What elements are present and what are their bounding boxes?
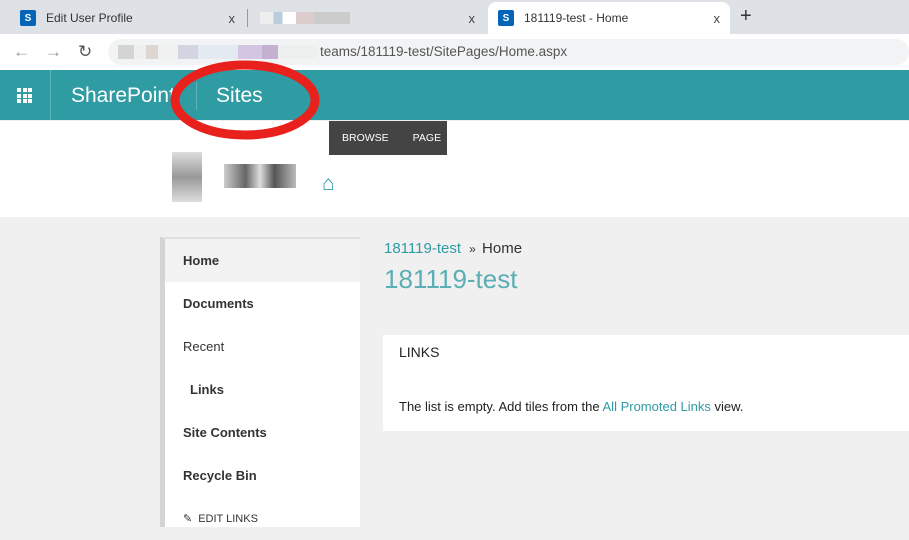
empty-text: The list is empty. Add tiles from the (399, 399, 603, 414)
links-heading: LINKS (399, 344, 440, 360)
all-promoted-links-link[interactable]: All Promoted Links (603, 399, 711, 414)
sharepoint-icon: S (20, 10, 36, 26)
tab-edit-user-profile[interactable]: S Edit User Profile x (10, 2, 245, 34)
url-input[interactable]: teams/181119-test/SitePages/Home.aspx (108, 39, 909, 65)
close-tab-icon[interactable]: x (469, 11, 476, 26)
breadcrumb-separator: » (469, 242, 476, 256)
nav-item-links[interactable]: Links (165, 368, 360, 411)
nav-item-recycle-bin[interactable]: Recycle Bin (165, 454, 360, 497)
browser-tab-bar: S Edit User Profile x x S 181119-test - … (0, 0, 909, 34)
suite-bar: SharePoint Sites (0, 70, 909, 120)
edit-links-button[interactable]: ✎ EDIT LINKS (165, 497, 360, 540)
left-navigation: Home Documents Recent Links Site Content… (160, 237, 360, 527)
url-text: teams/181119-test/SitePages/Home.aspx (320, 44, 568, 59)
sharepoint-icon: S (498, 10, 514, 26)
empty-list-message: The list is empty. Add tiles from the Al… (399, 399, 743, 414)
home-icon[interactable]: ⌂ (322, 172, 335, 196)
tab-page[interactable]: PAGE (413, 132, 441, 144)
sites-link[interactable]: Sites (216, 84, 263, 108)
ribbon-tabs: BROWSE PAGE (329, 121, 447, 155)
address-bar-row: ← → ↻ teams/181119-test/SitePages/Home.a… (0, 34, 909, 70)
nav-item-documents[interactable]: Documents (165, 282, 360, 325)
breadcrumb: 181119-test » Home (384, 240, 522, 257)
tab-title: Edit User Profile (46, 11, 133, 25)
tab-181119-test-home[interactable]: S 181119-test - Home x (488, 2, 730, 34)
site-header (0, 121, 909, 217)
reload-icon[interactable]: ↻ (78, 42, 92, 62)
close-tab-icon[interactable]: x (229, 11, 236, 26)
tab-browse[interactable]: BROWSE (342, 132, 389, 144)
breadcrumb-site-link[interactable]: 181119-test (384, 240, 461, 257)
empty-text-end: view. (710, 399, 744, 414)
tab-title: 181119-test - Home (524, 11, 629, 25)
new-tab-button[interactable]: + (740, 5, 752, 28)
nav-item-site-contents[interactable]: Site Contents (165, 411, 360, 454)
blurred-tab-title (260, 12, 350, 24)
forward-icon[interactable]: → (45, 42, 62, 62)
pencil-icon: ✎ (183, 513, 193, 525)
nav-item-recent[interactable]: Recent (165, 325, 360, 368)
back-icon[interactable]: ← (13, 42, 30, 62)
breadcrumb-current: Home (482, 240, 523, 257)
tab-blurred[interactable]: x (250, 2, 485, 34)
blurred-url-prefix (118, 45, 318, 59)
page-title[interactable]: 181119-test (384, 264, 517, 295)
close-tab-icon[interactable]: x (714, 11, 721, 26)
site-logo-blurred (172, 152, 297, 202)
links-webpart: LINKS The list is empty. Add tiles from … (383, 335, 909, 431)
app-launcher-icon[interactable] (17, 88, 32, 103)
sharepoint-brand[interactable]: SharePoint (71, 84, 175, 108)
nav-item-home[interactable]: Home (165, 239, 360, 282)
